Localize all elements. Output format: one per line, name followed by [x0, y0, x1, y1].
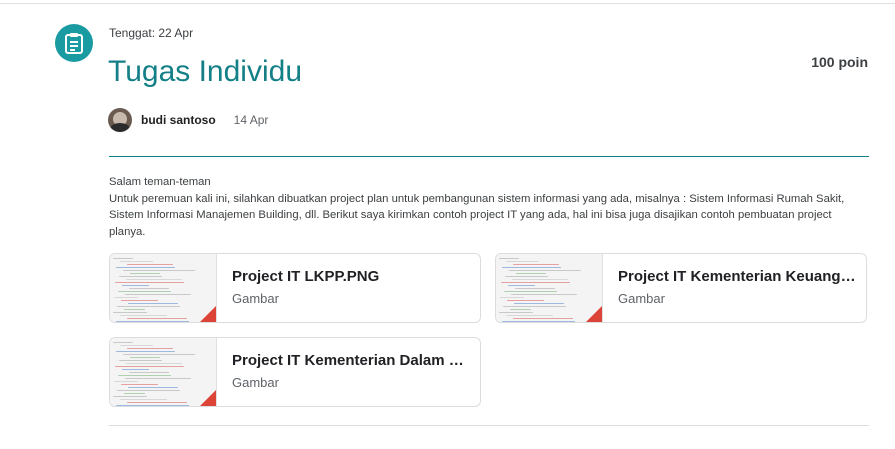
thumbnail-line [506, 261, 539, 262]
assignment-title: Tugas Individu [108, 55, 303, 88]
thumbnail-line [125, 294, 191, 295]
attachment-card[interactable]: Project IT Kementerian Keuangan.PNG Gamb… [495, 253, 867, 323]
thumbnail-line [127, 318, 187, 319]
thumbnail-line [510, 309, 531, 310]
thumbnail-line [124, 309, 145, 310]
thumbnail-line [122, 285, 149, 286]
thumbnail-line [127, 348, 173, 349]
thumbnail-line [127, 402, 187, 403]
thumbnail-line [502, 321, 575, 322]
attachment-type: Gambar [618, 291, 665, 306]
thumbnail-line [116, 405, 189, 406]
thumbnail-line [114, 297, 138, 298]
thumbnail-line [499, 312, 533, 313]
thumbnail-line [117, 390, 180, 391]
attachment-thumbnail [496, 254, 603, 322]
due-date: Tenggat: 22 Apr [109, 26, 194, 40]
thumbnail-line [506, 315, 553, 316]
attachment-thumbnail [110, 254, 217, 322]
author-row: budi santoso 14 Apr [108, 108, 268, 132]
thumbnail-line [499, 258, 519, 259]
attachment-thumbnail [110, 338, 217, 406]
thumbnail-line [507, 300, 544, 301]
author-name: budi santoso [141, 113, 216, 127]
thumbnail-line [113, 396, 147, 397]
thumbnail-line [123, 354, 195, 355]
thumbnail-line [120, 399, 167, 400]
thumbnail-line [115, 282, 184, 283]
thumbnail-line [118, 375, 171, 376]
thumbnail-line [119, 276, 162, 277]
avatar[interactable] [108, 108, 132, 132]
points-label: 100 poin [811, 54, 868, 70]
thumbnail-line [119, 360, 162, 361]
thumbnail-line [113, 342, 133, 343]
thumbnail-line [504, 291, 557, 292]
assignment-icon [55, 24, 93, 62]
thumbnail-line [118, 291, 171, 292]
title-divider [109, 156, 869, 157]
top-divider [0, 3, 895, 4]
file-corner-icon [200, 390, 216, 406]
thumbnail-line [130, 273, 160, 274]
thumbnail-line [121, 384, 158, 385]
thumbnail-line [500, 297, 524, 298]
thumbnail-line [113, 258, 133, 259]
thumbnail-line [117, 306, 180, 307]
thumbnail-line [116, 321, 189, 322]
description-body: Untuk peremuan kali ini, silahkan dibuat… [109, 192, 845, 238]
file-corner-icon [586, 306, 602, 322]
thumbnail-line [513, 318, 573, 319]
thumbnail-line [516, 273, 546, 274]
thumbnail-line [120, 345, 153, 346]
thumbnail-line [130, 357, 160, 358]
thumbnail-line [127, 264, 173, 265]
thumbnail-line [502, 267, 561, 268]
thumbnail-line [503, 306, 566, 307]
attachment-type: Gambar [232, 291, 279, 306]
attachment-name: Project IT LKPP.PNG [232, 268, 380, 285]
bottom-divider [109, 425, 869, 426]
thumbnail-line [513, 264, 559, 265]
thumbnail-line [126, 363, 182, 364]
thumbnail-line [125, 378, 191, 379]
thumbnail-line [116, 267, 175, 268]
thumbnail-line [126, 279, 182, 280]
attachment-name: Project IT Kementerian Keuangan.PNG [618, 268, 858, 285]
thumbnail-line [501, 282, 570, 283]
thumbnail-line [515, 288, 555, 289]
thumbnail-line [511, 294, 577, 295]
thumbnail-line [120, 315, 167, 316]
post-date: 14 Apr [233, 113, 269, 127]
thumbnail-line [122, 369, 149, 370]
thumbnail-line [509, 270, 581, 271]
thumbnail-line [128, 303, 178, 304]
thumbnail-line [129, 288, 169, 289]
thumbnail-line [508, 285, 535, 286]
thumbnail-line [121, 300, 158, 301]
thumbnail-line [115, 366, 184, 367]
assignment-description: Salam teman-teman Untuk peremuan kali in… [109, 174, 869, 240]
file-corner-icon [200, 306, 216, 322]
description-greeting: Salam teman-teman [109, 176, 211, 188]
thumbnail-line [116, 351, 175, 352]
attachment-card[interactable]: Project IT Kementerian Dalam Negeri.PNG … [109, 337, 481, 407]
thumbnail-line [512, 279, 568, 280]
thumbnail-line [113, 312, 147, 313]
thumbnail-line [123, 270, 195, 271]
attachment-name: Project IT Kementerian Dalam Negeri.PNG [232, 352, 472, 369]
thumbnail-line [129, 372, 169, 373]
thumbnail-line [114, 381, 138, 382]
thumbnail-line [514, 303, 564, 304]
thumbnail-line [124, 393, 145, 394]
thumbnail-line [128, 387, 178, 388]
thumbnail-line [120, 261, 153, 262]
attachment-type: Gambar [232, 375, 279, 390]
attachment-card[interactable]: Project IT LKPP.PNG Gambar [109, 253, 481, 323]
thumbnail-line [505, 276, 548, 277]
